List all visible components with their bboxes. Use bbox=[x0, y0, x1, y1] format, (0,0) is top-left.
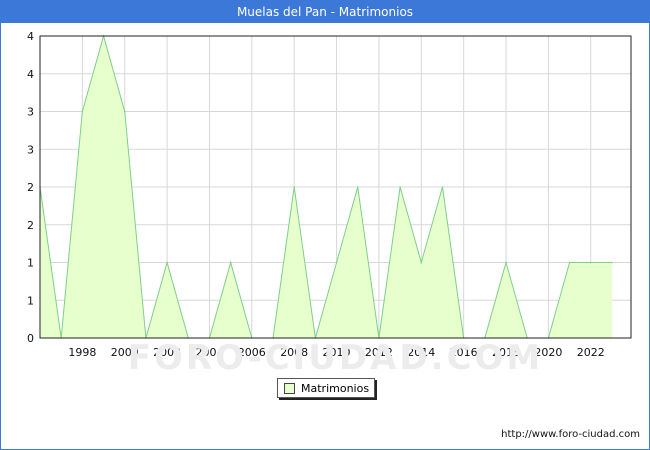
y-tick-label: 3 bbox=[27, 143, 34, 156]
data-point bbox=[441, 186, 444, 188]
watermark: FORO-CIUDAD.COM bbox=[128, 338, 544, 378]
legend-swatch bbox=[284, 382, 295, 394]
y-tick-label: 2 bbox=[27, 181, 34, 194]
y-tick-label: 1 bbox=[27, 294, 34, 307]
data-point bbox=[356, 186, 359, 188]
y-tick-label: 3 bbox=[27, 106, 34, 119]
data-point bbox=[505, 261, 507, 264]
data-point bbox=[293, 186, 295, 188]
data-point bbox=[399, 186, 401, 188]
y-tick-label: 1 bbox=[27, 257, 34, 270]
data-point bbox=[589, 261, 592, 264]
legend-label: Matrimonios bbox=[301, 381, 370, 395]
y-tick-label: 4 bbox=[27, 30, 34, 43]
data-point bbox=[335, 261, 338, 264]
chart-frame: Muelas del Pan - Matrimonios 0 1 1 2 2 3 3 4 4 19… bbox=[0, 0, 650, 450]
y-tick-label: 0 bbox=[27, 332, 34, 345]
data-point bbox=[611, 261, 613, 264]
data-point bbox=[568, 261, 571, 264]
y-tick-label: 2 bbox=[27, 219, 34, 232]
y-tick-label: 4 bbox=[27, 68, 34, 81]
data-point bbox=[166, 261, 168, 264]
data-point bbox=[81, 110, 84, 113]
source-url[interactable]: http://www.foro-ciudad.com bbox=[501, 429, 640, 440]
x-tick-label: 2022 bbox=[577, 346, 605, 359]
data-point bbox=[123, 110, 126, 113]
data-point bbox=[420, 261, 423, 264]
x-tick-label: 1998 bbox=[68, 346, 96, 359]
chart-legend: Matrimonios bbox=[277, 378, 375, 398]
data-point bbox=[229, 261, 232, 264]
